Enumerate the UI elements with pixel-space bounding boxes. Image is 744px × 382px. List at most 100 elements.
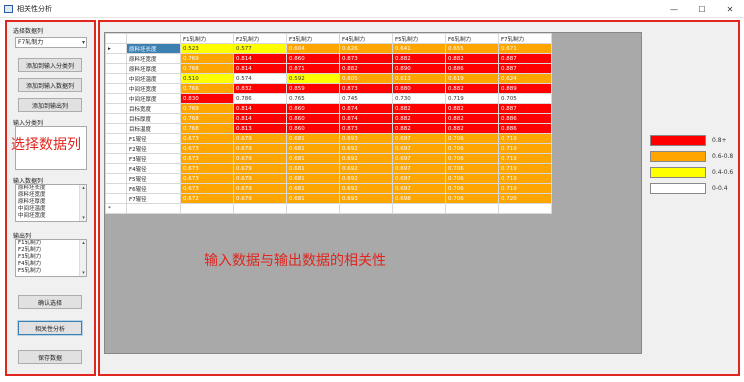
table-cell[interactable]: 0.814 xyxy=(233,103,287,114)
table-cell[interactable] xyxy=(445,203,499,214)
table-cell[interactable]: 0.766 xyxy=(180,83,234,94)
scroll-down-icon[interactable]: ▾ xyxy=(80,270,86,276)
table-cell[interactable]: 0.673 xyxy=(180,183,234,194)
row-selector[interactable] xyxy=(105,93,127,104)
table-cell[interactable]: 0.673 xyxy=(180,153,234,164)
table-cell[interactable]: 0.719 xyxy=(445,93,499,104)
row-header[interactable]: 目标厚度 xyxy=(126,113,181,124)
table-cell[interactable]: 0.814 xyxy=(233,53,287,64)
add-to-data-button[interactable]: 添加到输入数据列 xyxy=(18,78,82,92)
table-cell[interactable]: 0.860 xyxy=(286,103,340,114)
table-cell[interactable]: 0.592 xyxy=(286,73,340,84)
table-cell[interactable] xyxy=(498,203,552,214)
table-cell[interactable] xyxy=(339,203,393,214)
table-cell[interactable]: 0.768 xyxy=(180,123,234,134)
table-row[interactable]: F5辊径 0.673 0.679 0.681 0.692 0.697 0.706 0.719 xyxy=(105,173,552,184)
table-cell[interactable]: 0.882 xyxy=(392,123,446,134)
scrollbar[interactable]: ▴ ▾ xyxy=(79,240,86,276)
table-cell[interactable] xyxy=(233,203,287,214)
table-cell[interactable]: 0.860 xyxy=(286,123,340,134)
row-selector[interactable] xyxy=(105,53,127,64)
table-cell[interactable]: 0.874 xyxy=(339,103,393,114)
table-cell[interactable] xyxy=(180,203,234,214)
table-cell[interactable]: 0.673 xyxy=(180,133,234,144)
table-cell[interactable]: 0.706 xyxy=(445,183,499,194)
table-cell[interactable]: 0.605 xyxy=(339,73,393,84)
table-cell[interactable]: 0.882 xyxy=(445,83,499,94)
table-cell[interactable]: 0.873 xyxy=(339,53,393,64)
table-cell[interactable]: 0.693 xyxy=(339,133,393,144)
table-cell[interactable]: 0.679 xyxy=(233,133,287,144)
table-cell[interactable]: 0.705 xyxy=(498,93,552,104)
table-cell[interactable]: 0.882 xyxy=(445,113,499,124)
table-cell[interactable]: 0.577 xyxy=(233,43,287,54)
table-cell[interactable]: 0.604 xyxy=(286,43,340,54)
table-row[interactable]: F1辊径 0.673 0.679 0.681 0.693 0.697 0.706 0.719 xyxy=(105,133,552,144)
row-header[interactable]: F4辊径 xyxy=(126,163,181,174)
data-grid[interactable]: F1轧制力 F2轧制力 F3轧制力 F4轧制力 F5轧制力 F6轧制力 F7轧制… xyxy=(104,32,642,354)
column-header[interactable]: F4轧制力 xyxy=(339,33,393,44)
row-selector[interactable] xyxy=(105,163,127,174)
table-row[interactable]: 中间坯厚度 0.830 0.786 0.765 0.745 0.730 0.719 0.705 xyxy=(105,93,552,104)
column-header[interactable]: F7轧制力 xyxy=(498,33,552,44)
row-selector[interactable] xyxy=(105,103,127,114)
table-cell[interactable]: 0.890 xyxy=(392,63,446,74)
table-cell[interactable]: 0.692 xyxy=(339,143,393,154)
row-selector[interactable] xyxy=(105,183,127,194)
table-row[interactable]: 目标温度 0.768 0.813 0.860 0.873 0.882 0.882 0.886 xyxy=(105,123,552,134)
table-cell[interactable]: 0.692 xyxy=(339,153,393,164)
list-item[interactable]: 中间坯温度 xyxy=(16,206,86,213)
table-cell[interactable]: 0.887 xyxy=(498,103,552,114)
table-cell[interactable]: 0.671 xyxy=(498,43,552,54)
scroll-up-icon[interactable]: ▴ xyxy=(80,185,86,191)
table-cell[interactable]: 0.624 xyxy=(498,73,552,84)
table-cell[interactable]: 0.889 xyxy=(498,83,552,94)
table-cell[interactable]: 0.681 xyxy=(286,133,340,144)
table-cell[interactable]: 0.813 xyxy=(233,123,287,134)
table-cell[interactable]: 0.692 xyxy=(339,183,393,194)
table-row[interactable]: F7辊径 0.672 0.679 0.681 0.693 0.698 0.706 0.720 xyxy=(105,193,552,204)
table-cell[interactable]: 0.882 xyxy=(392,113,446,124)
chevron-down-icon[interactable]: ▾ xyxy=(82,38,85,47)
list-item[interactable]: 原料坯长度 xyxy=(16,185,86,192)
table-cell[interactable]: 0.720 xyxy=(498,193,552,204)
table-cell[interactable]: 0.510 xyxy=(180,73,234,84)
table-row[interactable]: 目标宽度 0.769 0.814 0.860 0.874 0.882 0.882 0.887 xyxy=(105,103,552,114)
list-item[interactable]: 原料坯厚度 xyxy=(16,199,86,206)
table-cell[interactable]: 0.719 xyxy=(498,143,552,154)
row-selector[interactable] xyxy=(105,153,127,164)
table-cell[interactable]: 0.574 xyxy=(233,73,287,84)
row-selector[interactable] xyxy=(105,143,127,154)
row-header[interactable]: F6辊径 xyxy=(126,183,181,194)
table-cell[interactable]: 0.681 xyxy=(286,163,340,174)
table-cell[interactable]: 0.719 xyxy=(498,173,552,184)
table-cell[interactable]: 0.613 xyxy=(392,73,446,84)
add-to-category-button[interactable]: 添加到输入分类列 xyxy=(18,58,82,72)
table-cell[interactable]: 0.697 xyxy=(392,163,446,174)
table-row[interactable]: 中间坯温度 0.510 0.574 0.592 0.605 0.613 0.619 0.624 xyxy=(105,73,552,84)
table-cell[interactable]: 0.880 xyxy=(392,83,446,94)
table-cell[interactable]: 0.673 xyxy=(180,163,234,174)
row-header[interactable]: F3辊径 xyxy=(126,153,181,164)
table-cell[interactable]: 0.706 xyxy=(445,163,499,174)
row-header[interactable]: 原料坯长度 xyxy=(126,43,181,54)
table-cell[interactable]: 0.679 xyxy=(233,173,287,184)
table-cell[interactable]: 0.706 xyxy=(445,133,499,144)
table-cell[interactable]: 0.673 xyxy=(180,173,234,184)
row-header[interactable]: F7辊径 xyxy=(126,193,181,204)
row-header[interactable]: F2辊径 xyxy=(126,143,181,154)
list-item[interactable]: F1轧制力 xyxy=(16,240,86,247)
scroll-down-icon[interactable]: ▾ xyxy=(80,215,86,221)
table-cell[interactable]: 0.523 xyxy=(180,43,234,54)
row-selector[interactable] xyxy=(105,73,127,84)
list-item[interactable]: 原料坯宽度 xyxy=(16,192,86,199)
table-cell[interactable]: 0.641 xyxy=(392,43,446,54)
table-cell[interactable]: 0.873 xyxy=(339,83,393,94)
table-row[interactable]: F6辊径 0.673 0.679 0.681 0.692 0.697 0.706 0.719 xyxy=(105,183,552,194)
table-cell[interactable]: 0.814 xyxy=(233,113,287,124)
table-cell[interactable]: 0.768 xyxy=(180,63,234,74)
table-cell[interactable]: 0.692 xyxy=(339,173,393,184)
list-item[interactable]: F3轧制力 xyxy=(16,254,86,261)
table-cell[interactable]: 0.706 xyxy=(445,153,499,164)
table-cell[interactable]: 0.873 xyxy=(339,123,393,134)
